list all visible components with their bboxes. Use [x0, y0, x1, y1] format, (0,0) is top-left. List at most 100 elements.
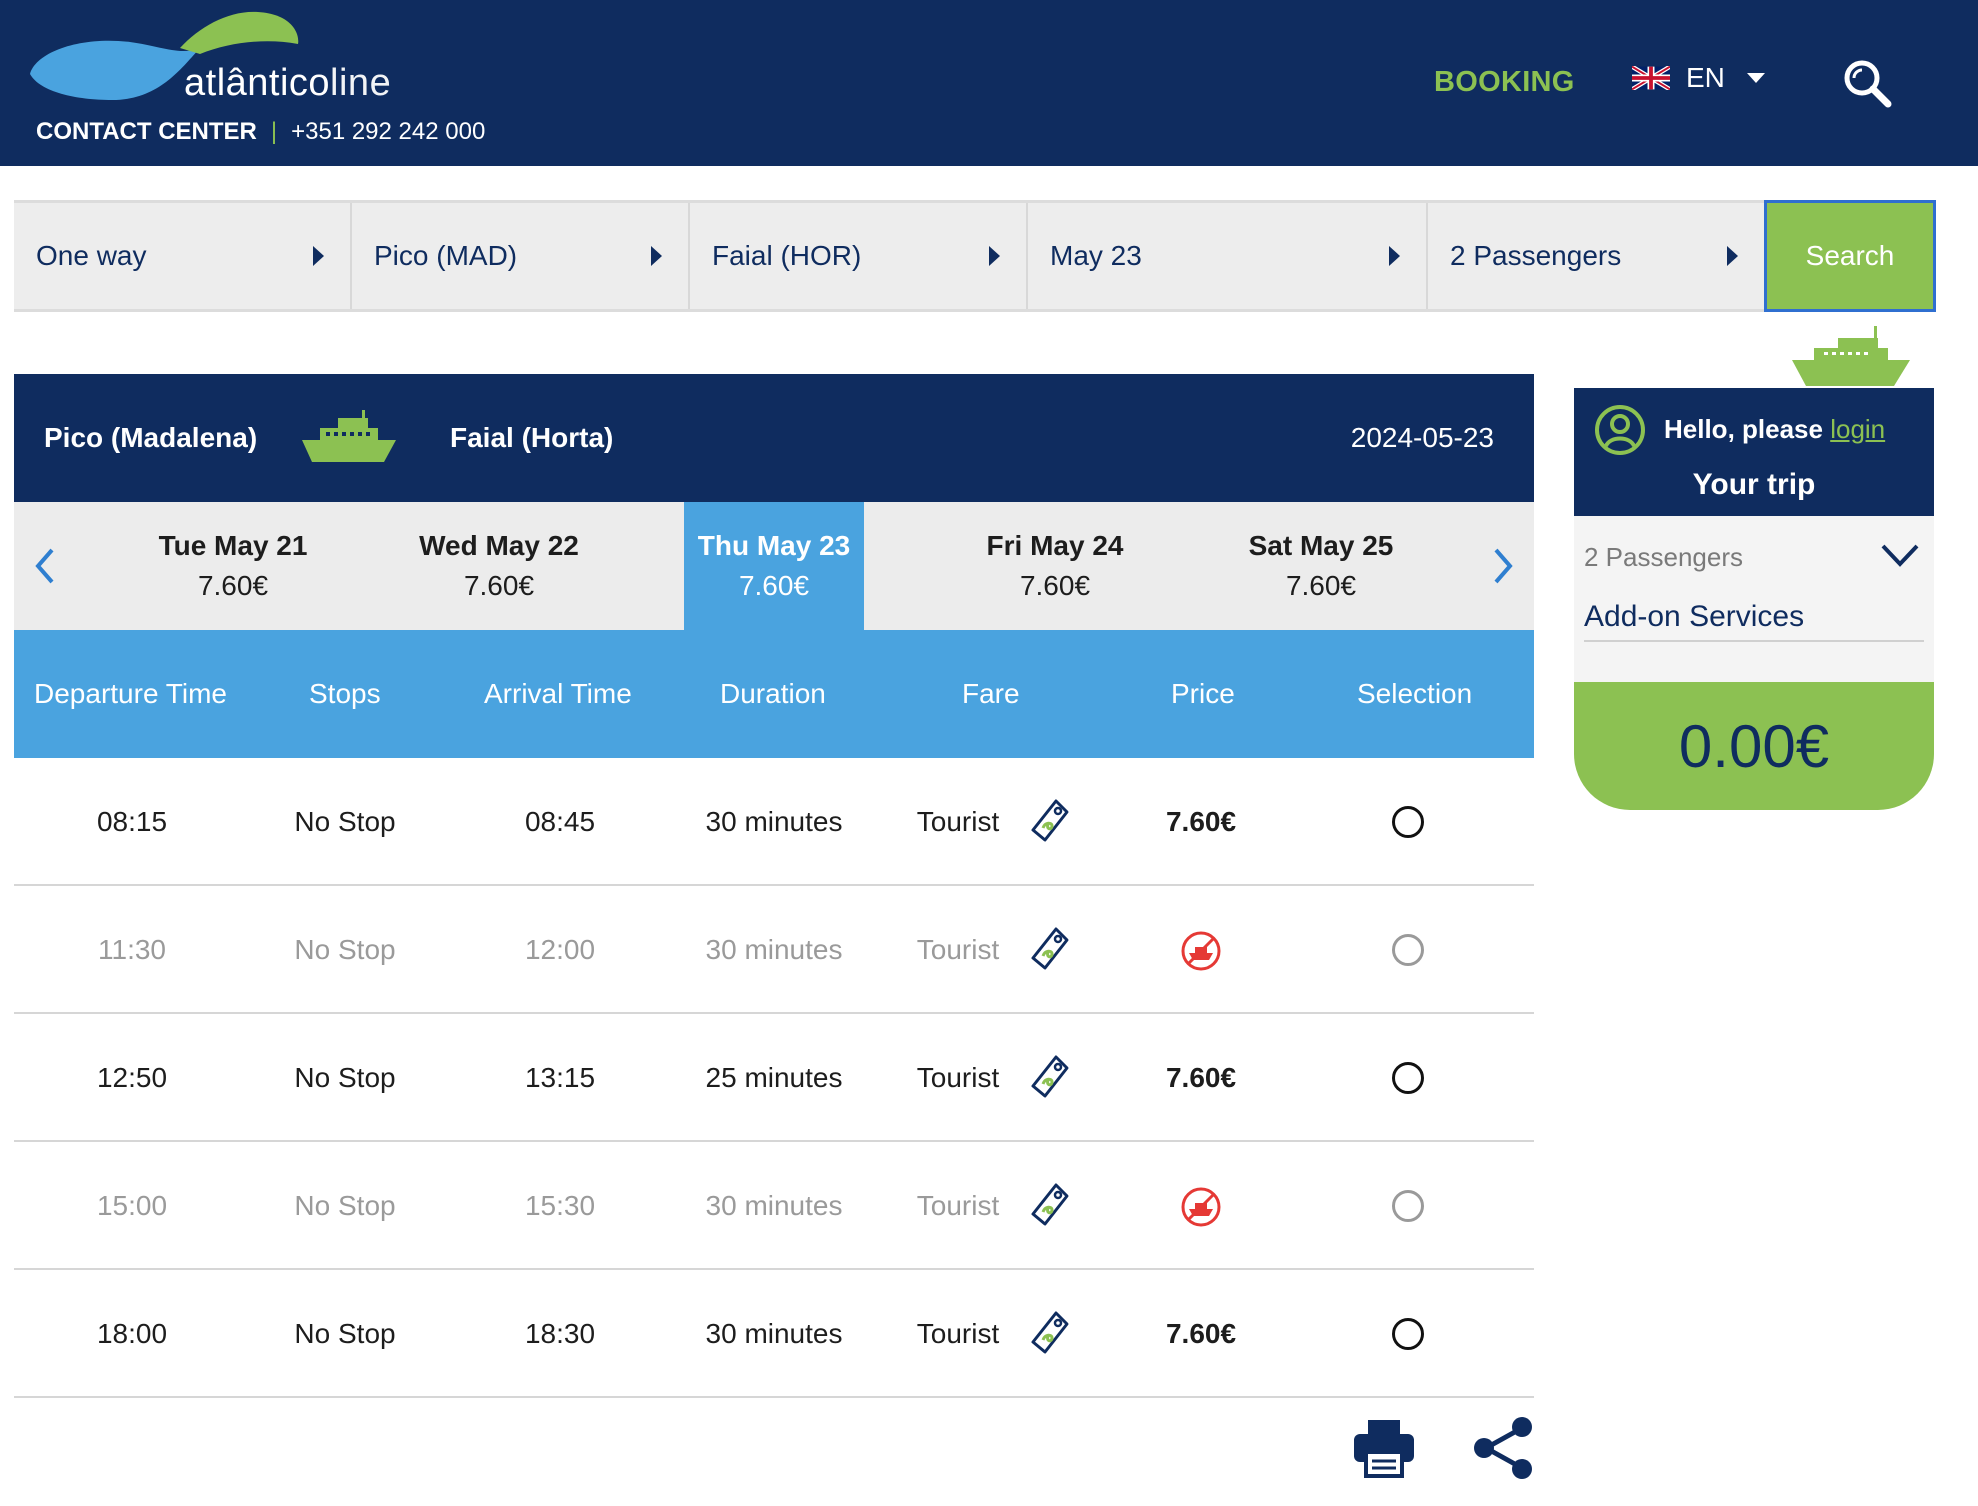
route-date: 2024-05-23 [1350, 422, 1494, 453]
your-trip-title: Your trip [1692, 468, 1816, 501]
route-origin: Pico (Madalena) [44, 422, 258, 453]
date-tab-sat-may-25[interactable]: Sat May 25 7.60€ [1188, 502, 1454, 630]
date-tab-label: Tue May 21 [158, 530, 308, 561]
chevron-down-icon [1746, 73, 1765, 83]
price-cell: 7.60€ [1165, 806, 1237, 837]
stops-cell: No Stop [294, 934, 396, 965]
chevron-left-icon[interactable] [30, 546, 60, 586]
search-button[interactable]: Search [1764, 200, 1936, 312]
date-carousel: Tue May 21 7.60€ Wed May 22 7.60€ Thu Ma… [14, 502, 1534, 630]
selection-radio[interactable] [1392, 1318, 1424, 1350]
table-row[interactable]: 12:50 No Stop 13:15 25 minutes Tourist 7.60€ [14, 1014, 1534, 1142]
fare-tag-icon[interactable] [1030, 798, 1070, 844]
stops-cell: No Stop [294, 1190, 396, 1221]
origin-select[interactable]: Pico (MAD) [352, 203, 690, 309]
arrival-time-cell: 15:30 [524, 1190, 596, 1221]
language-code: EN [1686, 62, 1725, 93]
fare-cell: Tourist [916, 806, 1000, 837]
selection-radio[interactable] [1392, 1062, 1424, 1094]
price-cell: 7.60€ [1165, 1062, 1237, 1093]
passengers-value: 2 Passengers [1450, 240, 1622, 271]
arrival-time-cell: 13:15 [524, 1062, 596, 1093]
arrival-time-cell: 18:30 [524, 1318, 596, 1349]
date-tab-tue-may-21[interactable]: Tue May 21 7.60€ [100, 502, 366, 630]
departure-time-cell: 08:15 [96, 806, 168, 837]
user-icon[interactable] [1594, 404, 1646, 456]
table-row: 15:00 No Stop 15:30 30 minutes Tourist [14, 1142, 1534, 1270]
duration-cell: 30 minutes [705, 1190, 843, 1221]
destination-value: Faial (HOR) [712, 240, 862, 271]
table-row[interactable]: 18:00 No Stop 18:30 30 minutes Tourist 7.60€ [14, 1270, 1534, 1398]
table-row: 11:30 No Stop 12:00 30 minutes Tourist [14, 886, 1534, 1014]
contact-phone[interactable]: +351 292 242 000 [291, 118, 485, 146]
fare-tag-icon[interactable] [1030, 1310, 1070, 1356]
contact-center-label: CONTACT CENTER [36, 118, 257, 145]
logo-sub-text: line [330, 62, 392, 104]
chevron-down-icon[interactable] [1880, 542, 1920, 568]
fare-tag-icon[interactable] [1030, 1182, 1070, 1228]
date-tab-fri-may-24[interactable]: Fri May 24 7.60€ [922, 502, 1188, 630]
booking-link[interactable]: BOOKING [1434, 66, 1575, 99]
date-select[interactable]: May 23 [1028, 203, 1428, 309]
caret-right-icon [651, 246, 662, 266]
print-icon[interactable] [1352, 1418, 1416, 1478]
divider [1584, 640, 1924, 642]
caret-right-icon [1727, 246, 1738, 266]
arrival-time-cell: 12:00 [524, 934, 596, 965]
date-tab-wed-may-22[interactable]: Wed May 22 7.60€ [366, 502, 632, 630]
caret-right-icon [1389, 246, 1400, 266]
login-prompt: Hello, please login [1664, 414, 1885, 445]
col-stops: Stops [309, 678, 381, 709]
stops-cell: No Stop [294, 806, 396, 837]
date-value: May 23 [1050, 240, 1142, 271]
selection-radio[interactable] [1392, 806, 1424, 838]
price-cell: 7.60€ [1165, 1318, 1237, 1349]
route-header: Pico (Madalena) Faial (Horta) 2024-05-23 [14, 374, 1534, 502]
stops-cell: No Stop [294, 1062, 396, 1093]
trip-search-form: One way Pico (MAD) Faial (HOR) May 23 2 … [14, 200, 1936, 312]
table-row[interactable]: 08:15 No Stop 08:45 30 minutes Tourist 7.60€ [14, 758, 1534, 886]
duration-cell: 30 minutes [705, 1318, 843, 1349]
col-duration: Duration [720, 678, 826, 709]
logo-wordmark: atlânticoline [184, 62, 391, 105]
departure-time-cell: 15:00 [96, 1190, 168, 1221]
add-on-services-link[interactable]: Add-on Services [1584, 600, 1804, 634]
top-navigation-bar: atlânticoline CONTACT CENTER | +351 292 … [0, 0, 1978, 166]
col-departure-time: Departure Time [34, 678, 227, 709]
duration-cell: 30 minutes [705, 806, 843, 837]
search-icon[interactable] [1842, 58, 1892, 108]
date-tab-label: Wed May 22 [419, 530, 579, 561]
your-trip-details: 2 Passengers Add-on Services [1574, 516, 1934, 682]
fare-cell: Tourist [916, 934, 1000, 965]
departure-time-cell: 11:30 [98, 934, 166, 965]
date-tab-price: 7.60€ [197, 570, 269, 601]
trip-type-select[interactable]: One way [14, 203, 352, 309]
caret-right-icon [313, 246, 324, 266]
fare-cell: Tourist [916, 1062, 1000, 1093]
destination-select[interactable]: Faial (HOR) [690, 203, 1028, 309]
language-selector[interactable]: EN [1632, 62, 1765, 94]
duration-cell: 25 minutes [705, 1062, 843, 1093]
chevron-right-icon[interactable] [1488, 546, 1518, 586]
passengers-select[interactable]: 2 Passengers [1428, 203, 1764, 309]
date-tab-thu-may-23[interactable]: Thu May 23 7.60€ [684, 502, 864, 630]
date-tab-label: Thu May 23 [697, 530, 851, 561]
departure-time-cell: 12:50 [96, 1062, 168, 1093]
date-tab-price: 7.60€ [1019, 570, 1091, 601]
share-icon[interactable] [1472, 1416, 1534, 1480]
contact-center: CONTACT CENTER | +351 292 242 000 [36, 118, 485, 146]
login-link[interactable]: login [1830, 414, 1885, 444]
logo-main-text: atlântico [184, 62, 331, 104]
greeting-text: Hello, please [1664, 414, 1823, 444]
date-tab-label: Sat May 25 [1248, 530, 1394, 561]
fare-cell: Tourist [916, 1318, 1000, 1349]
duration-cell: 30 minutes [705, 934, 843, 965]
no-ship-icon [1181, 931, 1221, 971]
col-selection: Selection [1357, 678, 1473, 709]
date-tab-price: 7.60€ [463, 570, 535, 601]
fare-tag-icon[interactable] [1030, 926, 1070, 972]
fare-tag-icon[interactable] [1030, 1054, 1070, 1100]
caret-right-icon [989, 246, 1000, 266]
flag-uk-icon [1632, 66, 1670, 90]
col-price: Price [1171, 678, 1235, 709]
